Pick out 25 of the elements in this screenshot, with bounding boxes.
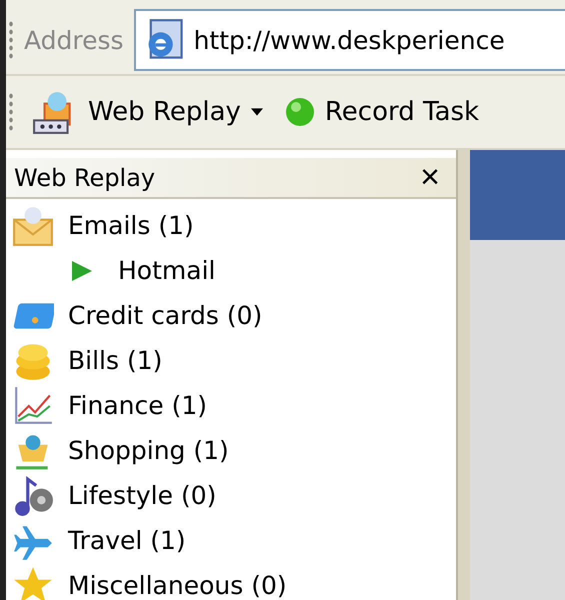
splitter-handle[interactable]: [456, 150, 470, 600]
category-item[interactable]: Credit cards (0): [6, 293, 456, 338]
panel-title: Web Replay: [14, 164, 156, 192]
chart-icon: [12, 384, 54, 426]
category-item[interactable]: Miscellaneous (0): [6, 563, 456, 600]
envelope-icon: [12, 204, 54, 246]
category-item[interactable]: Travel (1): [6, 518, 456, 563]
address-field[interactable]: http://www.deskperience: [134, 9, 565, 71]
category-item[interactable]: Lifestyle (0): [6, 473, 456, 518]
close-button[interactable]: ×: [412, 158, 448, 197]
task-item[interactable]: Hotmail: [6, 248, 456, 293]
toolbar-grip[interactable]: [8, 92, 14, 132]
toolbar-grip[interactable]: [8, 20, 14, 60]
web-replay-button[interactable]: Web Replay: [28, 89, 267, 135]
record-icon: [284, 97, 315, 127]
play-icon: [70, 258, 94, 282]
record-task-button[interactable]: Record Task: [280, 97, 484, 127]
star-icon: [12, 564, 54, 600]
address-label: Address: [24, 26, 124, 54]
category-item[interactable]: Finance (1): [6, 383, 456, 428]
caret-icon: [250, 108, 263, 116]
category-item[interactable]: Emails (1): [6, 203, 456, 248]
category-item[interactable]: Bills (1): [6, 338, 456, 383]
music-icon: [12, 474, 54, 516]
category-item[interactable]: Shopping (1): [6, 428, 456, 473]
